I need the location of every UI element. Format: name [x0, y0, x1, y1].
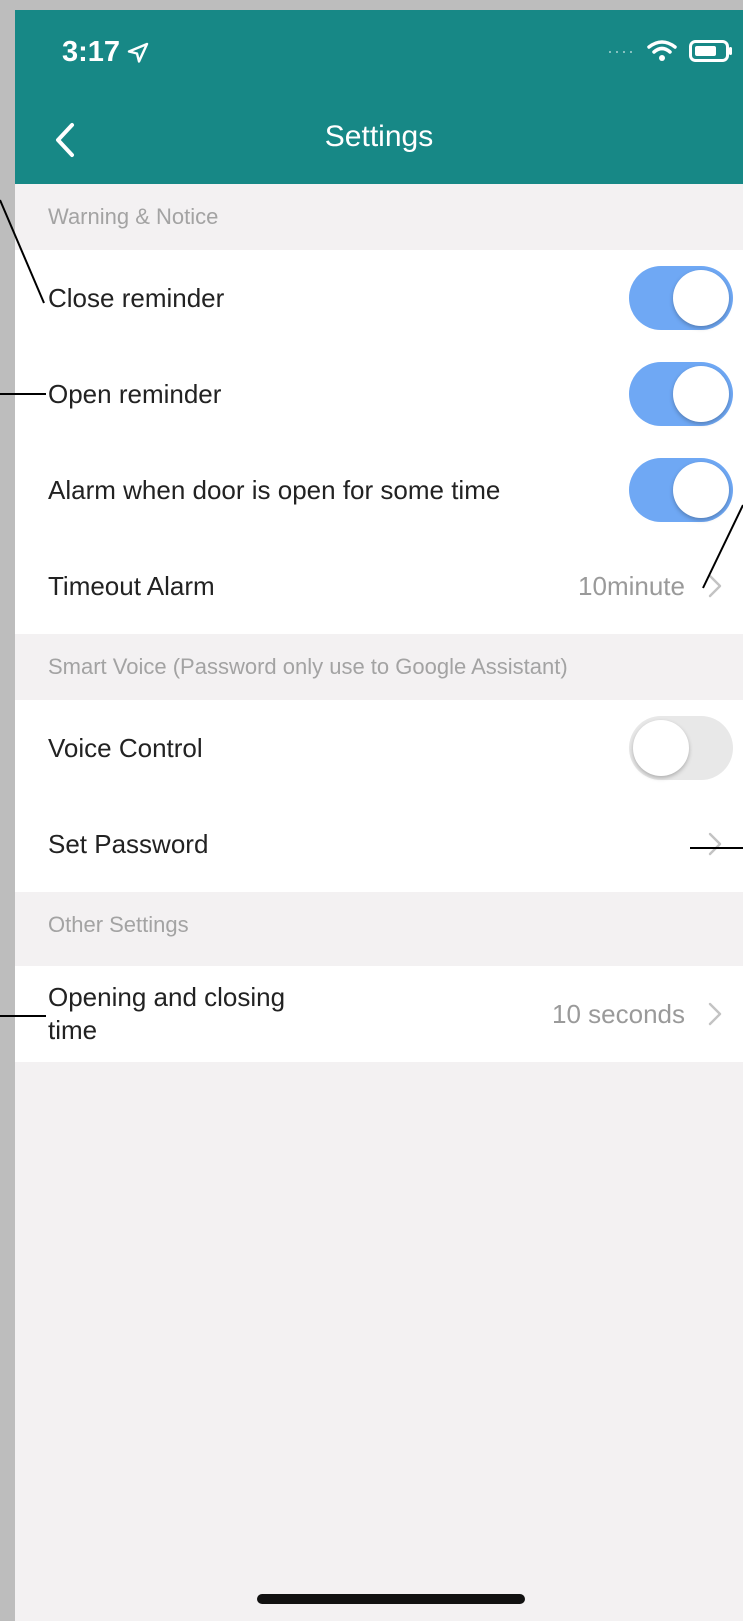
- open-close-time-row[interactable]: Opening and closing time 10 seconds: [15, 966, 743, 1062]
- open-reminder-toggle[interactable]: [629, 362, 733, 426]
- section-header-smart-voice: Smart Voice (Password only use to Google…: [48, 654, 568, 679]
- open-reminder-label: Open reminder: [48, 378, 222, 409]
- time-text: 3:17: [62, 36, 121, 68]
- toggle-knob: [673, 270, 729, 326]
- timeout-alarm-row[interactable]: Timeout Alarm 10minute: [15, 538, 743, 634]
- page-title: Settings: [324, 120, 434, 153]
- location-arrow-icon: [127, 42, 149, 63]
- set-password-row[interactable]: Set Password: [15, 796, 743, 892]
- open-close-time-value: 10 seconds: [552, 998, 685, 1029]
- open-reminder-row: Open reminder: [15, 346, 743, 442]
- open-close-time-label: Opening and closing time: [48, 981, 285, 1047]
- status-time: 3:17: [62, 36, 150, 69]
- voice-control-toggle[interactable]: [629, 716, 733, 780]
- door-open-alarm-row: Alarm when door is open for some time: [15, 442, 743, 538]
- door-open-alarm-label: Alarm when door is open for some time: [48, 474, 501, 505]
- close-reminder-toggle[interactable]: [629, 266, 733, 330]
- toggle-knob: [673, 462, 729, 518]
- toggle-knob: [673, 366, 729, 422]
- close-reminder-row: Close reminder: [15, 250, 743, 346]
- signal-dots-icon: ····: [607, 40, 635, 61]
- close-reminder-label: Close reminder: [48, 282, 225, 313]
- section-header-other: Other Settings: [48, 912, 189, 937]
- phone-screen: 3:17 ···· Settings Warning & Notice Clos…: [15, 10, 743, 1621]
- warning-group: Close reminder Open reminder Alarm when …: [15, 250, 743, 634]
- open-close-time-label-line1: Opening and closing: [48, 982, 286, 1012]
- wifi-icon: [647, 40, 677, 61]
- status-right: ····: [607, 40, 733, 62]
- timeout-alarm-value: 10minute: [578, 570, 685, 601]
- voice-control-row: Voice Control: [15, 700, 743, 796]
- voice-control-label: Voice Control: [48, 732, 203, 763]
- smart-voice-group: Voice Control Set Password: [15, 700, 743, 892]
- open-close-time-label-line2: time: [48, 1015, 98, 1045]
- other-group: Opening and closing time 10 seconds: [15, 966, 743, 1062]
- set-password-label: Set Password: [48, 828, 209, 859]
- timeout-alarm-label: Timeout Alarm: [48, 570, 215, 601]
- battery-icon: [689, 40, 732, 62]
- chevron-right-icon: [708, 832, 722, 856]
- door-open-alarm-toggle[interactable]: [629, 458, 733, 522]
- chevron-right-icon: [708, 1002, 722, 1026]
- toggle-knob: [633, 720, 689, 776]
- app-header: 3:17 ···· Settings: [15, 10, 743, 184]
- section-header-warning: Warning & Notice: [48, 204, 219, 229]
- chevron-right-icon: [708, 574, 722, 598]
- home-indicator: [257, 1594, 525, 1604]
